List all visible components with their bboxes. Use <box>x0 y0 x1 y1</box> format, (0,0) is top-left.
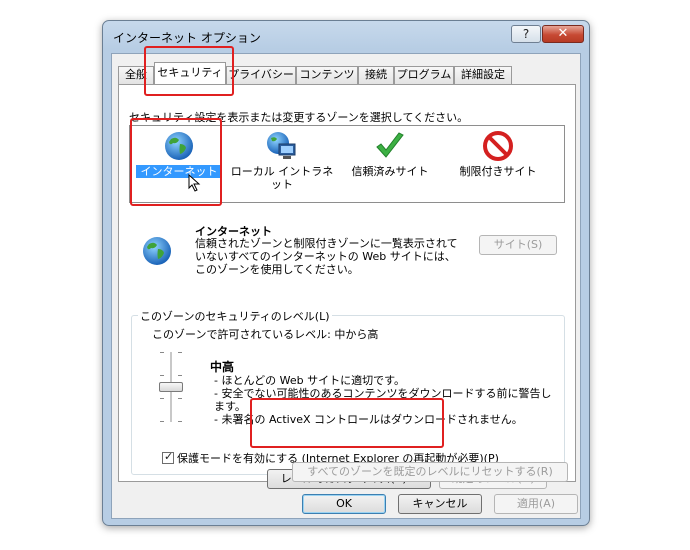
tab-connections[interactable]: 接続 <box>358 66 394 84</box>
sites-button[interactable]: サイト(S) <box>479 235 557 255</box>
zone-label: インターネット <box>136 165 222 178</box>
tab-privacy[interactable]: プライバシー <box>226 66 296 84</box>
allowed-level-text: このゾーンで許可されているレベル: 中から高 <box>152 328 379 341</box>
selected-zone-description: 信頼されたゾーンと制限付きゾーンに一覧表示されていないすべてのインターネットの … <box>195 237 458 276</box>
security-panel: セキュリティ設定を表示または変更するゾーンを選択してください。 インターネット <box>118 84 576 489</box>
level-bullet: - 未署名の ActiveX コントロールはダウンロードされません。 <box>214 413 523 426</box>
zone-label: ローカル イントラネット <box>230 165 334 191</box>
globe-icon <box>165 132 193 160</box>
title-bar[interactable]: インターネット オプション ? ✕ <box>103 21 589 53</box>
level-bullet: - 安全でない可能性のあるコンテンツをダウンロードする前に警告します。 <box>214 387 552 413</box>
slider-tick <box>160 421 164 422</box>
slider-tick <box>160 352 164 353</box>
zone-instruction: セキュリティ設定を表示または変更するゾーンを選択してください。 <box>129 111 469 124</box>
slider-tick <box>178 421 182 422</box>
reset-all-zones-button[interactable]: すべてのゾーンを既定のレベルにリセットする(R) <box>292 462 568 482</box>
checkmark-icon <box>376 132 404 158</box>
zone-label: 信頼済みサイト <box>351 165 429 178</box>
zone-list: インターネット ローカル イントラネット 信頼済みサイト 制限付きサイト <box>129 125 565 203</box>
tab-security[interactable]: セキュリティ <box>154 62 226 84</box>
slider-tick <box>178 352 182 353</box>
tab-advanced[interactable]: 詳細設定 <box>454 66 512 84</box>
mouse-cursor-icon <box>188 174 201 192</box>
level-bullet: - ほとんどの Web サイトに適切です。 <box>214 374 406 387</box>
globe-icon <box>143 237 171 265</box>
apply-button[interactable]: 適用(A) <box>494 494 578 514</box>
security-level-group-label: このゾーンのセキュリティのレベル(L) <box>138 308 332 324</box>
protected-mode-checkbox[interactable] <box>162 450 174 464</box>
intranet-icon <box>267 132 296 159</box>
slider-tick <box>160 398 164 399</box>
zone-local-intranet[interactable]: ローカル イントラネット <box>230 130 334 191</box>
internet-options-window: インターネット オプション ? ✕ 全般 セキュリティ プライバシー コンテンツ… <box>102 20 590 526</box>
security-level-group: このゾーンのセキュリティのレベル(L) このゾーンで許可されているレベル: 中か… <box>131 308 565 475</box>
dialog-client-area: 全般 セキュリティ プライバシー コンテンツ 接続 プログラム 詳細設定 セキュ… <box>111 53 581 519</box>
zone-trusted-sites[interactable]: 信頼済みサイト <box>340 130 440 178</box>
level-description: - ほとんどの Web サイトに適切です。 - 安全でない可能性のあるコンテンツ… <box>214 374 554 426</box>
slider-tick <box>178 398 182 399</box>
help-button[interactable]: ? <box>511 25 541 43</box>
window-title: インターネット オプション <box>113 31 261 45</box>
zone-internet[interactable]: インターネット <box>136 130 222 192</box>
close-button[interactable]: ✕ <box>542 25 584 43</box>
slider-tick <box>160 375 164 376</box>
security-level-slider[interactable] <box>156 352 186 422</box>
level-name: 中高 <box>210 360 235 374</box>
cancel-button[interactable]: キャンセル <box>398 494 482 514</box>
slider-tick <box>178 375 182 376</box>
zone-label: 制限付きサイト <box>459 165 537 178</box>
restricted-icon <box>483 131 513 161</box>
tab-content[interactable]: コンテンツ <box>296 66 358 84</box>
zone-restricted-sites[interactable]: 制限付きサイト <box>448 130 548 178</box>
tab-general[interactable]: 全般 <box>118 66 154 84</box>
slider-thumb[interactable] <box>159 382 183 392</box>
tab-programs[interactable]: プログラム <box>394 66 454 84</box>
ok-button[interactable]: OK <box>302 494 386 514</box>
